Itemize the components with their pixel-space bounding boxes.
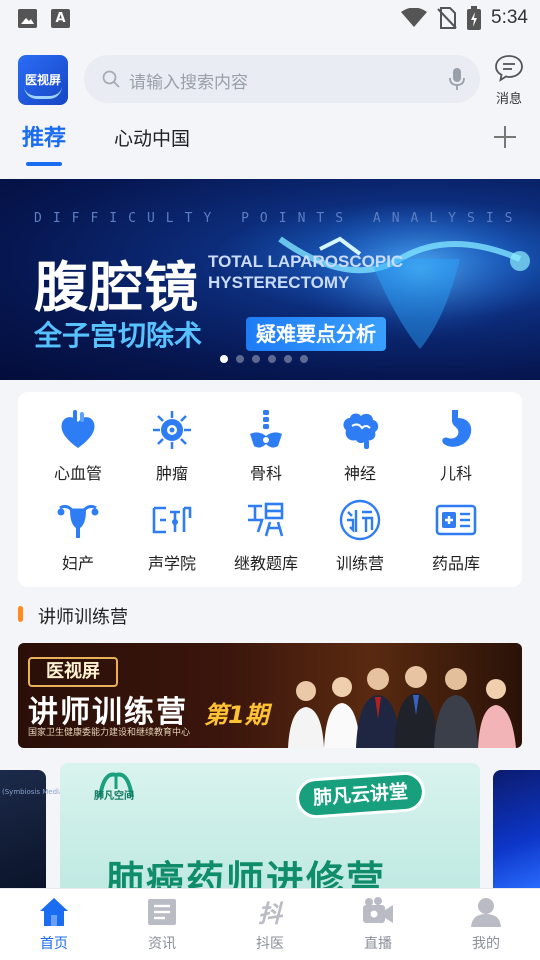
battery-icon — [467, 6, 482, 30]
brain-icon — [343, 413, 379, 449]
carousel-dot[interactable] — [300, 355, 308, 363]
spine-icon — [250, 410, 282, 448]
search-placeholder: 请输入搜索内容 — [129, 73, 248, 93]
camp-episode: 第1期 — [204, 701, 269, 729]
top-header: 医视屏 请输入搜索内容 消息 — [0, 38, 540, 108]
category-question-bank[interactable]: 继教题库 — [216, 498, 316, 574]
lecturers-photo — [288, 666, 516, 748]
lecturer-icon — [339, 499, 381, 541]
ultrasound-icon — [152, 506, 192, 534]
nav-label: 资讯 — [148, 936, 176, 952]
channel-tabs: 推荐 心动中国 — [0, 108, 540, 168]
banner-title: 腹腔镜 — [34, 256, 199, 319]
microphone-icon[interactable] — [448, 67, 466, 91]
nav-live[interactable]: 直播 — [338, 895, 418, 953]
news-icon — [148, 899, 176, 925]
section-accent-bar — [18, 606, 23, 622]
nav-news[interactable]: 资讯 — [122, 895, 202, 953]
banner-eyebrow: DIFFICULTY POINTS ANALYSIS — [34, 211, 524, 226]
hero-banner[interactable]: DIFFICULTY POINTS ANALYSIS 腹腔镜 TOTAL LAP… — [0, 179, 540, 380]
status-bar: A 5:34 — [0, 0, 540, 38]
lung-cancer-pharmacist-card[interactable]: 肺凡空间 肺凡云讲堂 肺癌药师进修营 — [60, 763, 480, 893]
search-bar[interactable]: 请输入搜索内容 — [84, 55, 480, 103]
category-label: 神经 — [343, 464, 376, 483]
category-obgyn[interactable]: 妇产 — [28, 498, 128, 574]
category-label: 药品库 — [431, 554, 480, 573]
nav-label: 我的 — [472, 936, 500, 952]
wifi-icon — [401, 8, 428, 27]
heart-icon — [61, 410, 95, 448]
profile-icon — [471, 898, 501, 927]
live-camera-icon — [363, 897, 393, 923]
category-label: 继教题库 — [233, 554, 298, 573]
category-neurology[interactable]: 神经 — [310, 408, 410, 484]
app-logo[interactable]: 医视屏 — [18, 55, 68, 105]
banner-subtitle: 全子宫切除术 — [34, 319, 203, 352]
category-label: 心血管 — [53, 464, 102, 483]
banner-tag: 疑难要点分析 — [246, 317, 386, 351]
app-logo-text: 医视屏 — [24, 73, 61, 87]
category-cardiovascular[interactable]: 心血管 — [28, 408, 128, 484]
category-oncology[interactable]: 肿瘤 — [122, 408, 222, 484]
no-sim-icon — [437, 7, 457, 29]
nav-profile[interactable]: 我的 — [446, 895, 526, 953]
feifan-badge: 肺凡云讲堂 — [294, 770, 427, 820]
bottom-navigation: 首页 资讯 抖 抖医 直播 我的 — [0, 888, 540, 960]
image-icon — [18, 9, 37, 28]
svg-text:抖: 抖 — [258, 900, 284, 928]
category-label: 骨科 — [249, 464, 282, 483]
camp-organizer: 国家卫生健康委能力建设和继续教育中心 — [28, 728, 191, 738]
clock: 5:34 — [491, 7, 528, 28]
carousel-dot[interactable] — [268, 355, 276, 363]
uterus-icon — [57, 504, 99, 538]
category-label: 肿瘤 — [155, 464, 188, 483]
messages-button[interactable]: 消息 — [492, 54, 526, 107]
carousel-prev-card[interactable]: (Symbiosis Media) — [0, 770, 66, 890]
medicine-box-icon — [435, 504, 477, 536]
feifan-logo-text: 肺凡空间 — [94, 791, 134, 802]
camp-brand: 医视屏 — [28, 657, 118, 687]
banner-english: TOTAL LAPAROSCOPIC HYSTERECTOMY — [208, 252, 404, 292]
category-label: 声学院 — [147, 554, 196, 573]
carousel-dot[interactable] — [220, 355, 228, 363]
stomach-icon — [442, 410, 472, 447]
tumor-cell-icon — [153, 411, 191, 449]
category-ultrasound[interactable]: 声学院 — [122, 498, 222, 574]
nav-home[interactable]: 首页 — [14, 895, 94, 953]
tab-xindong-china[interactable]: 心动中国 — [114, 124, 190, 151]
category-label: 儿科 — [439, 464, 472, 483]
nav-label: 直播 — [364, 936, 392, 952]
card-big-title: 肺癌药师进修营 — [106, 858, 387, 893]
section-title: 讲师训练营 — [38, 607, 128, 628]
carousel-dot[interactable] — [284, 355, 292, 363]
prev-card-text: (Symbiosis Media) — [2, 788, 67, 796]
tab-recommend[interactable]: 推荐 — [22, 120, 66, 166]
question-bank-icon — [248, 502, 284, 537]
lecturer-camp-banner[interactable]: 医视屏 讲师训练营 第1期 国家卫生健康委能力建设和继续教育中心 — [18, 643, 522, 748]
add-channel-icon[interactable] — [492, 124, 518, 150]
a-icon: A — [51, 9, 70, 28]
carousel-indicator — [220, 355, 308, 363]
search-icon — [102, 70, 120, 88]
category-label: 训练营 — [335, 554, 384, 573]
douyi-icon: 抖 — [258, 900, 284, 928]
carousel-dot[interactable] — [236, 355, 244, 363]
messages-label: 消息 — [495, 92, 522, 107]
category-grid: 心血管 肿瘤 骨科 神经 儿科 妇产 声学院 继教题库 训练营 药品库 — [18, 392, 522, 587]
category-label: 妇产 — [61, 554, 94, 573]
carousel-dot[interactable] — [252, 355, 260, 363]
category-drug-library[interactable]: 药品库 — [406, 498, 506, 574]
nav-douyi[interactable]: 抖 抖医 — [230, 895, 310, 953]
nav-label: 首页 — [40, 936, 68, 952]
nav-label: 抖医 — [256, 936, 284, 952]
category-training-camp[interactable]: 训练营 — [310, 498, 410, 574]
category-orthopedics[interactable]: 骨科 — [216, 408, 316, 484]
chat-bubble-icon — [495, 55, 523, 82]
carousel-next-card[interactable] — [493, 770, 540, 890]
category-pediatrics[interactable]: 儿科 — [406, 408, 506, 484]
home-icon — [40, 898, 68, 926]
